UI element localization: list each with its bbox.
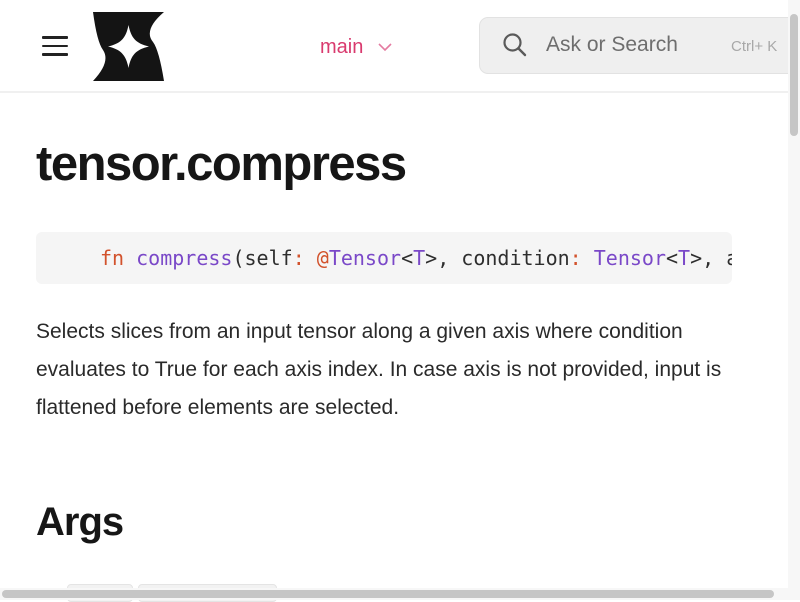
code-token: : [569, 246, 594, 270]
horizontal-scrollbar-thumb[interactable] [2, 590, 774, 598]
search-icon [502, 32, 528, 62]
branch-selector[interactable]: main [320, 34, 392, 60]
args-heading: Args [36, 500, 124, 544]
code-token: < [401, 246, 414, 270]
site-logo[interactable] [93, 12, 164, 81]
page-title: tensor.compress [36, 137, 407, 191]
code-token: compress [136, 246, 233, 270]
menu-line [42, 36, 68, 39]
vertical-scrollbar[interactable] [788, 0, 800, 600]
hamburger-menu-icon[interactable] [42, 36, 68, 56]
code-token: T [678, 246, 691, 270]
code-token: Tensor [328, 246, 402, 270]
code-token: Tensor [593, 246, 666, 270]
code-token: : @ [292, 246, 329, 270]
code-token: (self [232, 246, 293, 270]
top-navigation-bar: main Ask or Search Ctrl+ K [0, 0, 800, 93]
chevron-down-icon [378, 33, 392, 57]
menu-line [42, 53, 68, 56]
code-token: < [666, 246, 679, 270]
code-token: fn [100, 246, 125, 270]
code-token: T [413, 246, 426, 270]
code-token: >, axis [690, 246, 732, 270]
branch-name: main [320, 36, 364, 58]
search-shortcut-hint: Ctrl+ K [731, 38, 778, 55]
menu-line [42, 44, 68, 47]
code-token: >, condition [425, 246, 570, 270]
function-signature-code: fn compress(self: @Tensor<T>, condition:… [36, 232, 732, 284]
horizontal-scrollbar[interactable] [0, 588, 788, 600]
vertical-scrollbar-thumb[interactable] [790, 14, 798, 136]
function-description: Selects slices from an input tensor alon… [36, 320, 722, 419]
search-bar[interactable]: Ask or Search Ctrl+ K [479, 17, 800, 74]
search-placeholder: Ask or Search [546, 33, 678, 56]
